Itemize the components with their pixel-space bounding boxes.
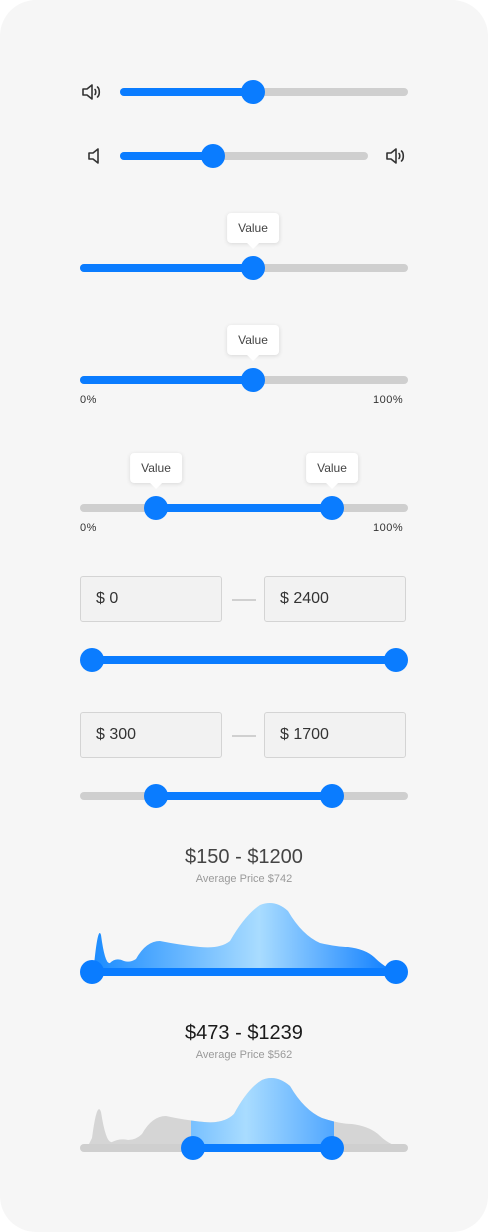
volume-slider-thumb[interactable] [241, 80, 265, 104]
min-price-input[interactable]: $ 300 [80, 712, 222, 758]
price-range-heading: $473 - $1239 [185, 1022, 303, 1044]
speaker-mute-icon [88, 148, 99, 164]
range-low-thumb[interactable] [144, 496, 168, 520]
min-label: 0% [80, 522, 97, 534]
tooltip-slider-fill [80, 264, 253, 272]
tooltip-slider-thumb[interactable] [241, 256, 265, 280]
price-range-2-low-thumb[interactable] [144, 784, 168, 808]
price-range-2-fill [156, 792, 332, 800]
labeled-slider-fill [80, 376, 253, 384]
range-separator [232, 735, 256, 737]
speaker-volume-icon [386, 148, 405, 164]
speaker-volume-icon [82, 84, 101, 100]
histogram-1-low-thumb[interactable] [80, 960, 104, 984]
price-range-2-high-thumb[interactable] [320, 784, 344, 808]
min-label: 0% [80, 394, 97, 406]
range-tooltip-slider-fill [156, 504, 332, 512]
price-range-1-high-thumb[interactable] [384, 648, 408, 672]
volume-slider-2-thumb[interactable] [201, 144, 225, 168]
max-label: 100% [373, 394, 404, 406]
average-price-label: Average Price $742 [195, 873, 293, 885]
low-value-tooltip: Value [130, 453, 182, 489]
high-value-tooltip: Value [306, 453, 358, 489]
volume-slider-fill [120, 88, 253, 96]
price-histogram [88, 1078, 404, 1148]
histogram-1-high-thumb[interactable] [384, 960, 408, 984]
range-high-thumb[interactable] [320, 496, 344, 520]
average-price-label: Average Price $562 [195, 1049, 293, 1061]
min-price-input[interactable]: $ 0 [80, 576, 222, 622]
slider-showcase-card: Value Value 0% 100% Value Value 0% 100% … [0, 0, 488, 1232]
max-price-input[interactable]: $ 1700 [264, 712, 406, 758]
histogram-2-low-thumb[interactable] [181, 1136, 205, 1160]
histogram-2-high-thumb[interactable] [320, 1136, 344, 1160]
histogram-1-fill[interactable] [92, 968, 396, 976]
price-range-heading: $150 - $1200 [185, 846, 303, 868]
labeled-slider-thumb[interactable] [241, 368, 265, 392]
value-tooltip: Value [227, 213, 279, 249]
price-range-1-low-thumb[interactable] [80, 648, 104, 672]
value-tooltip: Value [227, 325, 279, 361]
volume-slider-2-fill [120, 152, 213, 160]
max-label: 100% [373, 522, 404, 534]
max-price-input[interactable]: $ 2400 [264, 576, 406, 622]
price-histogram [92, 903, 396, 971]
price-range-1-fill[interactable] [92, 656, 396, 664]
range-separator [232, 599, 256, 601]
histogram-2-fill [193, 1144, 332, 1152]
